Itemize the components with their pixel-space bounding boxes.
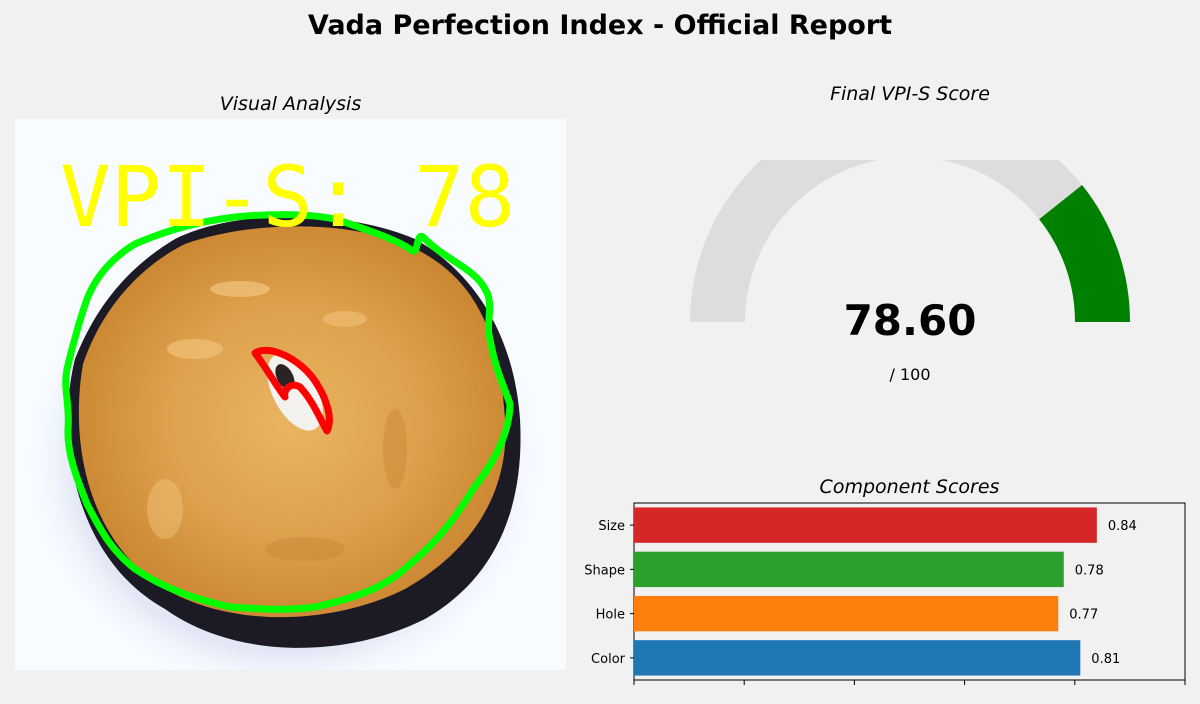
gauge-title: Final VPI-S Score bbox=[830, 83, 990, 105]
final-score-value: 78.60 bbox=[843, 296, 977, 345]
vada-texture bbox=[383, 409, 407, 489]
y-tick-label: Size bbox=[598, 519, 625, 534]
component-scores-chart: Color 0.81 Hole 0.77 Shape 0.78 Size 0.84 bbox=[560, 495, 1200, 700]
vada-texture bbox=[210, 281, 270, 297]
page-title: Vada Perfection Index - Official Report bbox=[307, 10, 893, 41]
score-overlay-text: VPI-S: 78 bbox=[60, 148, 515, 246]
vada-texture bbox=[147, 479, 183, 539]
vada-texture bbox=[323, 311, 367, 327]
y-tick-label: Shape bbox=[584, 563, 625, 578]
bar-value-label: 0.84 bbox=[1108, 519, 1137, 534]
bar-shape bbox=[634, 551, 1064, 588]
vada-texture bbox=[265, 537, 345, 561]
bar-color bbox=[634, 640, 1081, 676]
y-tick-label: Hole bbox=[596, 608, 625, 623]
bar-hole bbox=[634, 595, 1059, 632]
final-score-max: / 100 bbox=[889, 365, 931, 384]
visual-analysis-title: Visual Analysis bbox=[219, 93, 362, 115]
vada-photo-svg: VPI-S: 78 bbox=[15, 119, 566, 670]
bar-size bbox=[634, 507, 1097, 543]
vada-texture bbox=[167, 339, 223, 359]
bar-value-label: 0.78 bbox=[1075, 563, 1104, 578]
y-tick-label: Color bbox=[591, 652, 626, 667]
bar-value-label: 0.77 bbox=[1069, 608, 1098, 623]
vada-analysis-image: VPI-S: 78 bbox=[15, 119, 566, 670]
bar-value-label: 0.81 bbox=[1091, 652, 1120, 667]
